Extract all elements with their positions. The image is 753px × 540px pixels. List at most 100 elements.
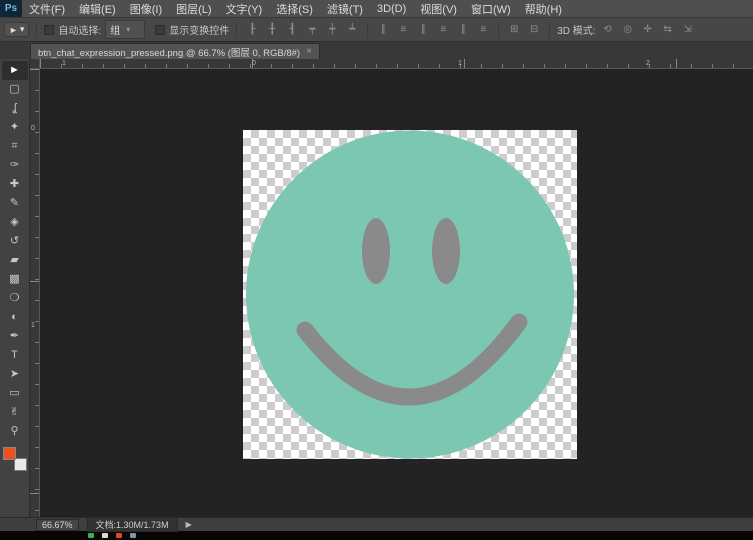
pen-tool[interactable]: ✒ xyxy=(2,327,28,346)
marquee-tool[interactable]: ▢ xyxy=(2,80,28,99)
separator xyxy=(236,22,237,38)
show-transform-label: 显示变换控件 xyxy=(169,22,229,37)
smiley-left-eye xyxy=(362,218,390,284)
eraser-tool[interactable]: ▰ xyxy=(2,251,28,270)
eyedropper-tool[interactable]: ✑ xyxy=(2,156,28,175)
align-center-icon[interactable]: ╂ xyxy=(264,22,280,38)
foreground-color-swatch[interactable] xyxy=(3,447,16,460)
ruler-label: 1 xyxy=(458,60,462,67)
separator xyxy=(498,22,499,38)
align-bottom-icon[interactable]: ┷ xyxy=(344,22,360,38)
status-expand-arrow-icon[interactable]: ▶ xyxy=(186,520,192,529)
distribute-left-icon[interactable]: ≡ xyxy=(435,22,451,38)
quick-selection-tool[interactable]: ✦ xyxy=(2,118,28,137)
distribute-bottom-icon[interactable]: ∥ xyxy=(415,22,431,38)
menu-3d[interactable]: 3D(D) xyxy=(370,0,413,17)
lasso-tool[interactable]: ʆ xyxy=(2,99,28,118)
ruler-label: 2 xyxy=(646,60,650,67)
editor-area: 1 0 1 2 0 1 xyxy=(30,59,753,517)
chevron-down-icon: ▾ xyxy=(126,25,130,34)
show-transform-checkbox[interactable] xyxy=(155,25,165,35)
status-bar: 66.67% 文档:1.30M/1.73M ▶ xyxy=(0,517,753,531)
distribute-center-icon[interactable]: ∥ xyxy=(455,22,471,38)
3d-scale-icon[interactable]: ⇲ xyxy=(680,22,696,38)
menu-filter[interactable]: 滤镜(T) xyxy=(320,0,370,17)
document-tab[interactable]: btn_chat_expression_pressed.png @ 66.7% … xyxy=(30,43,320,59)
hand-tool[interactable]: ✌ xyxy=(2,403,28,422)
document-tab-bar: btn_chat_expression_pressed.png @ 66.7% … xyxy=(0,42,753,59)
distribute-top-icon[interactable]: ∥ xyxy=(375,22,391,38)
3d-mode-label: 3D 模式: xyxy=(557,22,595,37)
ruler-label: 1 xyxy=(62,60,66,67)
horizontal-ruler[interactable]: 1 0 1 2 xyxy=(40,59,753,69)
menu-window[interactable]: 窗口(W) xyxy=(464,0,518,17)
brush-tool[interactable]: ✎ xyxy=(2,194,28,213)
separator xyxy=(36,22,37,38)
auto-select-value: 组 xyxy=(110,22,120,37)
document-tab-title: btn_chat_expression_pressed.png @ 66.7% … xyxy=(38,45,300,59)
type-tool[interactable]: T xyxy=(2,346,28,365)
auto-align-icon[interactable]: ⊞ xyxy=(506,22,522,38)
distribute-right-icon[interactable]: ≡ xyxy=(475,22,491,38)
menu-view[interactable]: 视图(V) xyxy=(413,0,464,17)
vertical-ruler[interactable]: 0 1 xyxy=(30,69,40,517)
taskbar-icon[interactable] xyxy=(102,533,108,538)
auto-select-dropdown[interactable]: 组 ▾ xyxy=(105,20,145,39)
separator xyxy=(367,22,368,38)
gradient-tool[interactable]: ▩ xyxy=(2,270,28,289)
canvas-viewport[interactable] xyxy=(40,69,753,517)
clone-stamp-tool[interactable]: ◈ xyxy=(2,213,28,232)
taskbar-icon[interactable] xyxy=(88,533,94,538)
path-selection-tool[interactable]: ➤ xyxy=(2,365,28,384)
menu-edit[interactable]: 编辑(E) xyxy=(72,0,123,17)
zoom-level-field[interactable]: 66.67% xyxy=(36,519,79,531)
document-size-info: 文档:1.30M/1.73M xyxy=(87,517,178,532)
dodge-tool[interactable]: ◐ xyxy=(2,308,28,327)
smiley-face xyxy=(246,131,574,459)
ruler-corner[interactable] xyxy=(30,59,40,69)
menu-layer[interactable]: 图层(L) xyxy=(169,0,218,17)
history-brush-tool[interactable]: ↺ xyxy=(2,232,28,251)
taskbar-icon[interactable] xyxy=(130,533,136,538)
move-tool[interactable]: ► xyxy=(2,61,28,80)
zoom-tool[interactable]: ⚲ xyxy=(2,422,28,441)
auto-select-checkbox[interactable] xyxy=(44,25,54,35)
menu-type[interactable]: 文字(Y) xyxy=(219,0,270,17)
3d-roll-icon[interactable]: ◎ xyxy=(620,22,636,38)
options-bar: ► ▾ 自动选择: 组 ▾ 显示变换控件 ┠ ╂ ┨ ┯ ┿ ┷ ∥ ≡ ∥ ≡… xyxy=(0,18,753,42)
align-top-icon[interactable]: ┯ xyxy=(304,22,320,38)
align-left-icon[interactable]: ┠ xyxy=(244,22,260,38)
photoshop-logo: Ps xyxy=(0,0,22,17)
menu-select[interactable]: 选择(S) xyxy=(269,0,320,17)
menu-file[interactable]: 文件(F) xyxy=(22,0,72,17)
distribute-middle-icon[interactable]: ≡ xyxy=(395,22,411,38)
close-icon[interactable]: × xyxy=(306,46,312,57)
tool-preset-picker[interactable]: ► ▾ xyxy=(4,22,29,37)
document-canvas[interactable] xyxy=(243,130,577,459)
menu-image[interactable]: 图像(I) xyxy=(123,0,169,17)
3d-slide-icon[interactable]: ⇆ xyxy=(660,22,676,38)
color-swatches xyxy=(3,447,27,471)
menu-help[interactable]: 帮助(H) xyxy=(518,0,569,17)
ruler-label: 1 xyxy=(31,322,35,329)
align-middle-icon[interactable]: ┿ xyxy=(324,22,340,38)
auto-blend-icon[interactable]: ⊟ xyxy=(526,22,542,38)
smiley-image xyxy=(243,130,577,459)
healing-brush-tool[interactable]: ✚ xyxy=(2,175,28,194)
shape-tool[interactable]: ▭ xyxy=(2,384,28,403)
auto-select-label: 自动选择: xyxy=(58,22,101,37)
move-tool-icon: ► xyxy=(9,25,18,35)
3d-drag-icon[interactable]: ✛ xyxy=(640,22,656,38)
align-right-icon[interactable]: ┨ xyxy=(284,22,300,38)
os-taskbar-strip xyxy=(0,531,753,540)
content-area: ► ▢ ʆ ✦ ⌗ ✑ ✚ ✎ ◈ ↺ ▰ ▩ ❍ ◐ ✒ T ➤ ▭ ✌ ⚲ xyxy=(0,59,753,517)
3d-rotate-icon[interactable]: ⟲ xyxy=(600,22,616,38)
crop-tool[interactable]: ⌗ xyxy=(2,137,28,156)
taskbar-icon[interactable] xyxy=(116,533,122,538)
smiley-right-eye xyxy=(432,218,460,284)
menu-bar: Ps 文件(F) 编辑(E) 图像(I) 图层(L) 文字(Y) 选择(S) 滤… xyxy=(0,0,753,18)
blur-tool[interactable]: ❍ xyxy=(2,289,28,308)
ruler-label: 0 xyxy=(252,60,256,67)
separator xyxy=(549,22,550,38)
tools-panel: ► ▢ ʆ ✦ ⌗ ✑ ✚ ✎ ◈ ↺ ▰ ▩ ❍ ◐ ✒ T ➤ ▭ ✌ ⚲ xyxy=(0,59,30,517)
